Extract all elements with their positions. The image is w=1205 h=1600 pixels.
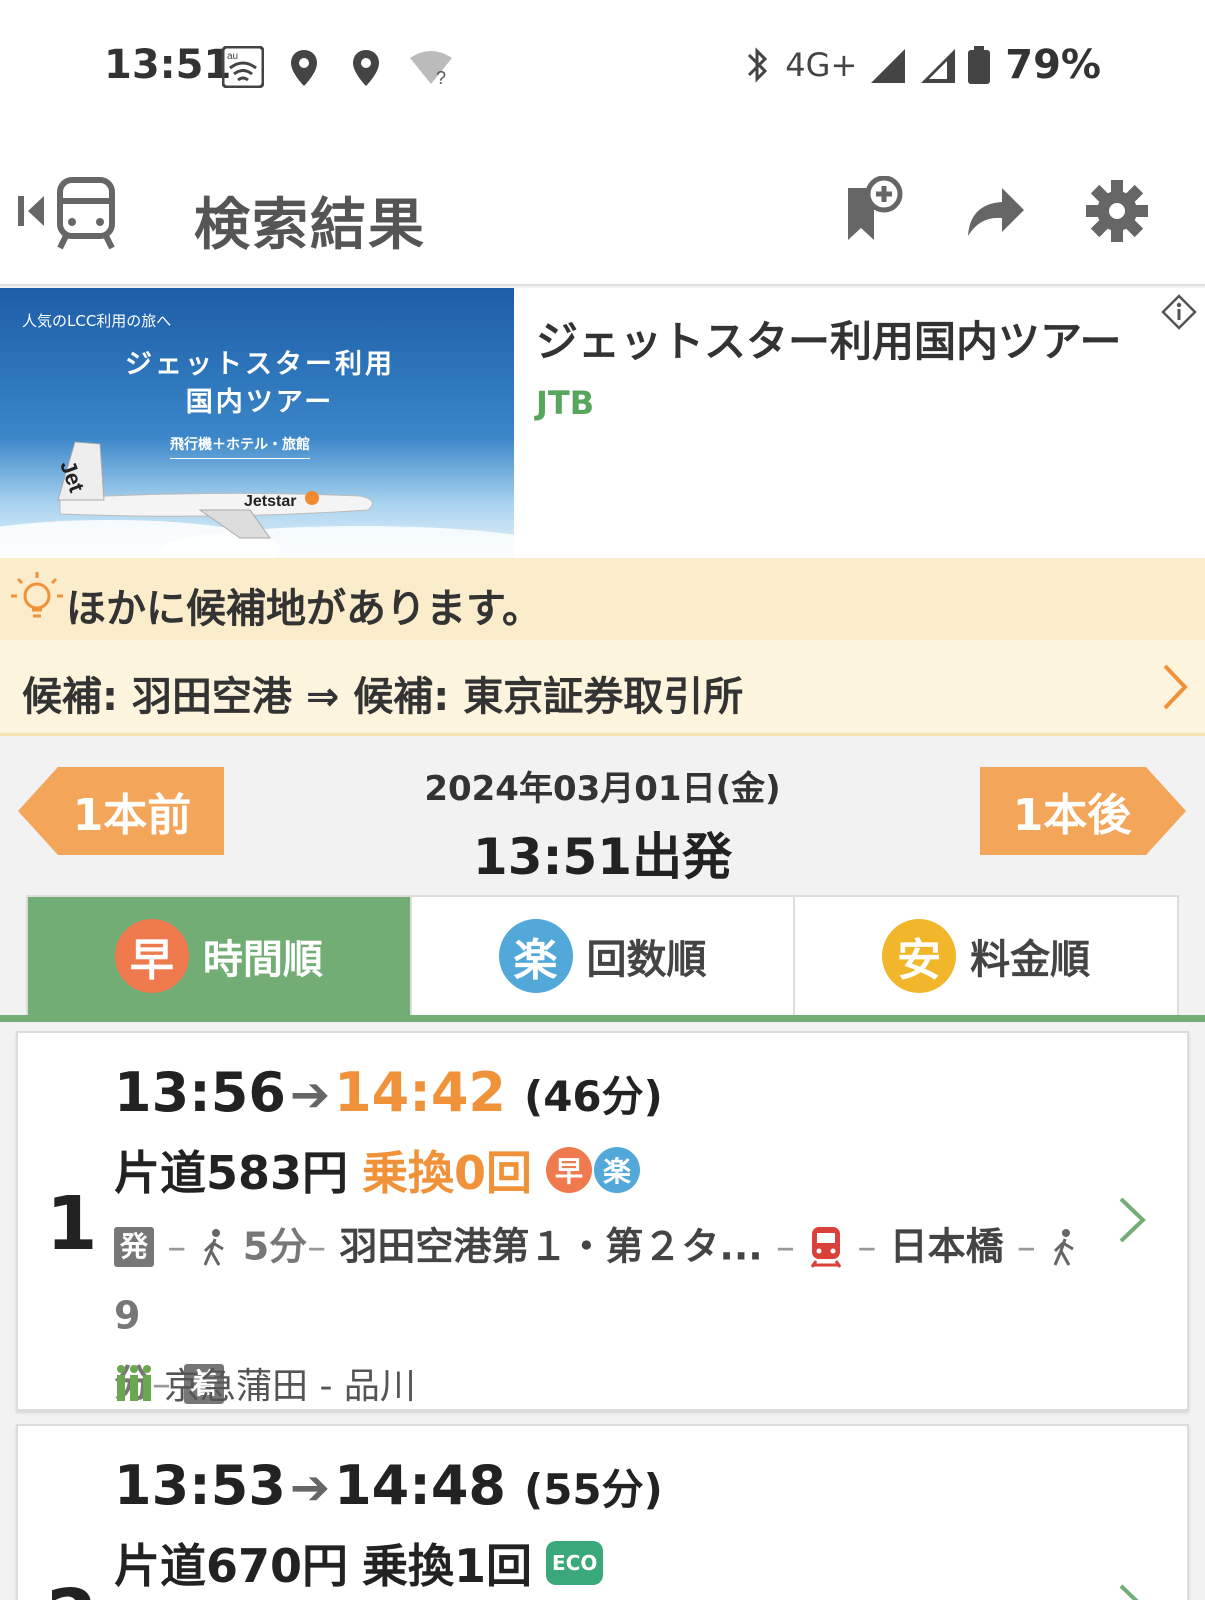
lightbulb-icon <box>11 572 63 618</box>
depart-time: 13:56 <box>114 1061 286 1124</box>
route-rank: 1 <box>46 1181 98 1267</box>
route-times: 13:56 ➔ 14:42 (46分) <box>114 1061 663 1124</box>
crowd-icon <box>117 1365 151 1401</box>
walk-icon <box>204 1228 225 1266</box>
tab-sort-time-label: 時間順 <box>202 937 323 983</box>
status-right: 4G+ 79% <box>741 42 1101 88</box>
walk-icon-2 <box>1053 1228 1074 1266</box>
location-icon <box>291 50 317 86</box>
bookmark-add-icon[interactable] <box>840 176 910 246</box>
ad-title[interactable]: ジェットスター利用国内ツアー <box>536 308 1121 369</box>
arrive-time: 14:42 <box>334 1061 506 1124</box>
tab-sort-transfers-label: 回数順 <box>586 937 707 983</box>
chevron-right-icon <box>1163 664 1188 710</box>
status-time: 13:51 <box>104 42 232 88</box>
date-navigation: 1本前 2024年03月01日(金) 13:51出発 1本後 <box>0 739 1205 889</box>
signal-icon <box>871 49 906 83</box>
fast-badge-icon: 早 <box>546 1147 593 1193</box>
candidate-route-row[interactable]: 候補: 羽田空港 ⇒ 候補: 東京証券取引所 <box>0 640 1205 736</box>
battery-percent: 79% <box>1005 42 1101 88</box>
station-name: 羽田空港第１・第２タ... <box>339 1224 763 1269</box>
ad-image-copy: 人気のLCC利用の旅へ <box>22 312 172 330</box>
route-rank: 2 <box>46 1574 98 1600</box>
chevron-right-icon <box>1119 1584 1139 1600</box>
train-icon <box>810 1226 842 1268</box>
depart-time: 13:53 <box>114 1454 286 1517</box>
location-icon-2 <box>353 50 379 86</box>
share-icon[interactable] <box>960 176 1030 246</box>
easy-badge-icon: 楽 <box>594 1147 641 1193</box>
route-fare-line: 片道583円 乗換0回 早 楽 <box>114 1137 641 1203</box>
arrow-right-icon: ➔ <box>289 1460 331 1516</box>
fast-badge-icon: 早 <box>114 919 189 993</box>
airplane-illustration: Jet Jetstar <box>0 441 514 558</box>
app-bar: 検索結果 <box>0 140 1205 286</box>
sort-tabs: 早 時間順 楽 回数順 安 料金順 <box>26 895 1179 1015</box>
route-card-2[interactable]: 2 13:53 ➔ 14:48 (55分) 片道670円 乗換1回 ECO <box>16 1424 1189 1600</box>
eco-badge: ECO <box>546 1541 604 1585</box>
route-transfers: 乗換1回 <box>362 1539 533 1593</box>
cheap-badge-icon: 安 <box>882 919 957 993</box>
network-type: 4G+ <box>785 46 858 84</box>
ad-advertiser: JTB <box>536 384 595 422</box>
candidate-hint: ほかに候補地があります。 <box>0 558 1205 640</box>
station-name-2: 日本橋 <box>889 1224 1004 1269</box>
ad-info-icon[interactable] <box>1161 294 1197 330</box>
au-wifi-icon: au <box>222 46 264 88</box>
route-times: 13:53 ➔ 14:48 (55分) <box>114 1454 663 1517</box>
route-card[interactable]: 1 13:56 ➔ 14:42 (46分) 片道583円 乗換0回 早 楽 発 … <box>16 1031 1189 1411</box>
tab-sort-fare[interactable]: 安 料金順 <box>795 897 1177 1015</box>
back-train-icon[interactable] <box>16 176 126 250</box>
crowd-route: 京急蒲田 - 品川 <box>164 1366 416 1407</box>
screen: 13:51 au ? 4G+ 79% 検索結果 人気のLCC利用の旅へ ジェット… <box>0 0 1205 1600</box>
bluetooth-icon <box>748 47 768 83</box>
battery-icon <box>968 46 991 84</box>
svg-text:?: ? <box>436 68 446 86</box>
tab-sort-time[interactable]: 早 時間順 <box>28 897 412 1015</box>
ad-banner[interactable]: 人気のLCC利用の旅へ ジェットスター利用 国内ツアー 飛行機＋ホテル・旅館 J… <box>0 288 1205 558</box>
tab-sort-transfers[interactable]: 楽 回数順 <box>412 897 796 1015</box>
arrive-time: 14:48 <box>334 1454 506 1517</box>
ad-image[interactable]: 人気のLCC利用の旅へ ジェットスター利用 国内ツアー 飛行機＋ホテル・旅館 J… <box>0 288 514 558</box>
svg-text:Jetstar: Jetstar <box>244 493 296 510</box>
svg-text:au: au <box>227 51 238 62</box>
tabs-underline <box>0 1015 1205 1022</box>
depart-tag: 発 <box>114 1226 154 1267</box>
signal-icon-2 <box>921 49 956 83</box>
status-bar: 13:51 au ? 4G+ 79% <box>0 0 1205 140</box>
route-duration: (46分) <box>524 1072 663 1121</box>
candidate-route-text: 候補: 羽田空港 ⇒ 候補: 東京証券取引所 <box>22 674 744 720</box>
tab-sort-fare-label: 料金順 <box>970 937 1091 983</box>
arrow-right-icon: ➔ <box>289 1067 331 1123</box>
page-title: 検索結果 <box>194 193 426 258</box>
route-transfers: 乗換0回 <box>362 1146 533 1200</box>
next-train-button[interactable]: 1本後 <box>980 767 1186 855</box>
candidate-hint-text: ほかに候補地があります。 <box>66 586 542 632</box>
easy-badge-icon: 楽 <box>498 919 573 993</box>
route-fare-line: 片道670円 乗換1回 ECO <box>114 1530 604 1596</box>
ad-image-headline: ジェットスター利用 国内ツアー <box>125 349 395 418</box>
gear-icon[interactable] <box>1082 176 1152 246</box>
walk-time: 5分 <box>242 1224 308 1269</box>
route-fare: 片道670円 <box>114 1539 349 1593</box>
wifi-unknown-icon: ? <box>410 51 452 86</box>
walk-time-2a: 9 <box>114 1293 141 1337</box>
route-duration: (55分) <box>524 1465 663 1514</box>
chevron-right-icon <box>1119 1197 1146 1243</box>
crowd-info: 京急蒲田 - 品川 <box>114 1357 416 1409</box>
route-fare: 片道583円 <box>114 1146 349 1200</box>
